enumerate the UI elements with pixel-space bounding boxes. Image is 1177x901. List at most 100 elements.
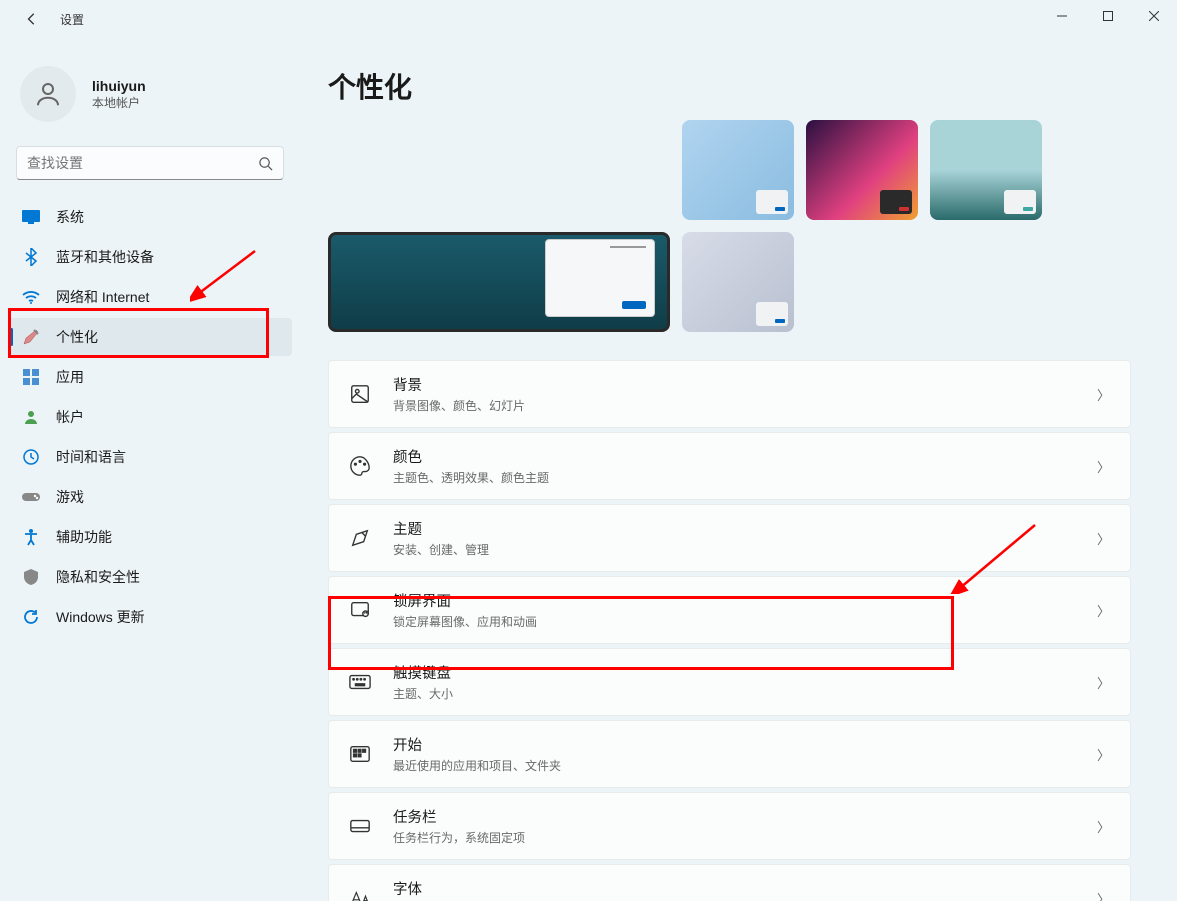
sidebar-item-network[interactable]: 网络和 Internet	[8, 278, 292, 316]
sidebar-item-privacy[interactable]: 隐私和安全性	[8, 558, 292, 596]
sidebar-item-time[interactable]: 时间和语言	[8, 438, 292, 476]
theme-thumbnails	[682, 120, 1131, 332]
minimize-button[interactable]	[1039, 0, 1085, 32]
search-box[interactable]	[16, 146, 284, 180]
setting-card-4[interactable]: 触摸键盘主题、大小〉	[328, 648, 1131, 716]
preview-window	[545, 239, 655, 317]
bluetooth-icon	[22, 248, 40, 266]
setting-text: 字体安装、管理	[393, 878, 1097, 901]
back-button[interactable]	[22, 9, 42, 29]
setting-icon	[349, 599, 371, 621]
setting-text: 开始最近使用的应用和项目、文件夹	[393, 734, 1097, 774]
setting-card-3[interactable]: 锁屏界面锁定屏幕图像、应用和动画〉	[328, 576, 1131, 644]
sidebar-item-bluetooth[interactable]: 蓝牙和其他设备	[8, 238, 292, 276]
window-title: 设置	[60, 11, 84, 28]
chevron-right-icon: 〉	[1097, 817, 1110, 836]
personalize-icon	[22, 328, 40, 346]
user-name: lihuiyun	[92, 78, 146, 94]
theme-thumbnail-3[interactable]	[682, 232, 794, 332]
sidebar-item-label: 隐私和安全性	[56, 567, 140, 587]
chevron-right-icon: 〉	[1097, 385, 1110, 404]
page-title: 个性化	[328, 66, 1131, 106]
chevron-right-icon: 〉	[1097, 673, 1110, 692]
chevron-right-icon: 〉	[1097, 457, 1110, 476]
current-theme-preview[interactable]	[328, 232, 670, 332]
apps-icon	[22, 368, 40, 386]
setting-sub: 主题色、透明效果、颜色主题	[393, 469, 1097, 486]
main-content: 个性化 背景背景图像、颜色、幻灯片〉颜色主题色、透明效果、颜色主题〉主题安装、创…	[300, 38, 1177, 901]
sidebar-item-label: 时间和语言	[56, 447, 126, 467]
arrow-left-icon	[25, 12, 39, 26]
sidebar-item-account[interactable]: 帐户	[8, 398, 292, 436]
settings-list: 背景背景图像、颜色、幻灯片〉颜色主题色、透明效果、颜色主题〉主题安装、创建、管理…	[328, 360, 1131, 901]
setting-title: 主题	[393, 518, 1097, 539]
setting-icon	[349, 887, 371, 901]
close-button[interactable]	[1131, 0, 1177, 32]
sidebar-item-label: 应用	[56, 367, 84, 387]
chevron-right-icon: 〉	[1097, 601, 1110, 620]
user-sub: 本地帐户	[92, 94, 146, 111]
setting-icon	[349, 527, 371, 549]
setting-icon	[349, 743, 371, 765]
maximize-button[interactable]	[1085, 0, 1131, 32]
search-icon	[258, 156, 273, 171]
sidebar-item-personalize[interactable]: 个性化	[8, 318, 292, 356]
setting-title: 颜色	[393, 446, 1097, 467]
theme-thumbnail-0[interactable]	[682, 120, 794, 220]
sidebar-item-system[interactable]: 系统	[8, 198, 292, 236]
setting-card-7[interactable]: 字体安装、管理〉	[328, 864, 1131, 901]
setting-sub: 任务栏行为，系统固定项	[393, 829, 1097, 846]
setting-card-0[interactable]: 背景背景图像、颜色、幻灯片〉	[328, 360, 1131, 428]
gaming-icon	[22, 488, 40, 506]
setting-text: 颜色主题色、透明效果、颜色主题	[393, 446, 1097, 486]
setting-card-5[interactable]: 开始最近使用的应用和项目、文件夹〉	[328, 720, 1131, 788]
window-controls	[1039, 0, 1177, 32]
sidebar-item-label: 辅助功能	[56, 527, 112, 547]
accessibility-icon	[22, 528, 40, 546]
sidebar-item-apps[interactable]: 应用	[8, 358, 292, 396]
chevron-right-icon: 〉	[1097, 529, 1110, 548]
person-icon	[33, 79, 63, 109]
setting-card-2[interactable]: 主题安装、创建、管理〉	[328, 504, 1131, 572]
theme-previews-row	[328, 120, 1131, 332]
sidebar-item-label: 游戏	[56, 487, 84, 507]
setting-title: 背景	[393, 374, 1097, 395]
titlebar: 设置	[0, 0, 1177, 38]
nav-list: 系统蓝牙和其他设备网络和 Internet 个性化应用帐户时间和语言游戏辅助功能隐…	[6, 198, 294, 636]
setting-title: 字体	[393, 878, 1097, 899]
sidebar-item-gaming[interactable]: 游戏	[8, 478, 292, 516]
chevron-right-icon: 〉	[1097, 889, 1110, 901]
sidebar-item-label: Windows 更新	[56, 607, 145, 627]
setting-text: 任务栏任务栏行为，系统固定项	[393, 806, 1097, 846]
account-icon	[22, 408, 40, 426]
sidebar-item-update[interactable]: Windows 更新	[8, 598, 292, 636]
avatar	[20, 66, 76, 122]
network-icon	[22, 288, 40, 306]
setting-sub: 锁定屏幕图像、应用和动画	[393, 613, 1097, 630]
setting-icon	[349, 383, 371, 405]
theme-thumbnail-1[interactable]	[806, 120, 918, 220]
privacy-icon	[22, 568, 40, 586]
chevron-right-icon: 〉	[1097, 745, 1110, 764]
update-icon	[22, 608, 40, 626]
user-card[interactable]: lihuiyun 本地帐户	[6, 58, 294, 130]
setting-icon	[349, 671, 371, 693]
setting-sub: 主题、大小	[393, 685, 1097, 702]
setting-card-1[interactable]: 颜色主题色、透明效果、颜色主题〉	[328, 432, 1131, 500]
setting-icon	[349, 455, 371, 477]
setting-title: 开始	[393, 734, 1097, 755]
sidebar-item-label: 网络和 Internet	[56, 287, 149, 307]
setting-text: 背景背景图像、颜色、幻灯片	[393, 374, 1097, 414]
sidebar: lihuiyun 本地帐户 系统蓝牙和其他设备网络和 Internet 个性化应用…	[0, 38, 300, 901]
setting-title: 锁屏界面	[393, 590, 1097, 611]
theme-thumbnail-2[interactable]	[930, 120, 1042, 220]
setting-card-6[interactable]: 任务栏任务栏行为，系统固定项〉	[328, 792, 1131, 860]
time-icon	[22, 448, 40, 466]
setting-sub: 最近使用的应用和项目、文件夹	[393, 757, 1097, 774]
search-input[interactable]	[27, 155, 258, 171]
sidebar-item-label: 蓝牙和其他设备	[56, 247, 154, 267]
setting-text: 主题安装、创建、管理	[393, 518, 1097, 558]
sidebar-item-accessibility[interactable]: 辅助功能	[8, 518, 292, 556]
setting-text: 锁屏界面锁定屏幕图像、应用和动画	[393, 590, 1097, 630]
setting-title: 触摸键盘	[393, 662, 1097, 683]
